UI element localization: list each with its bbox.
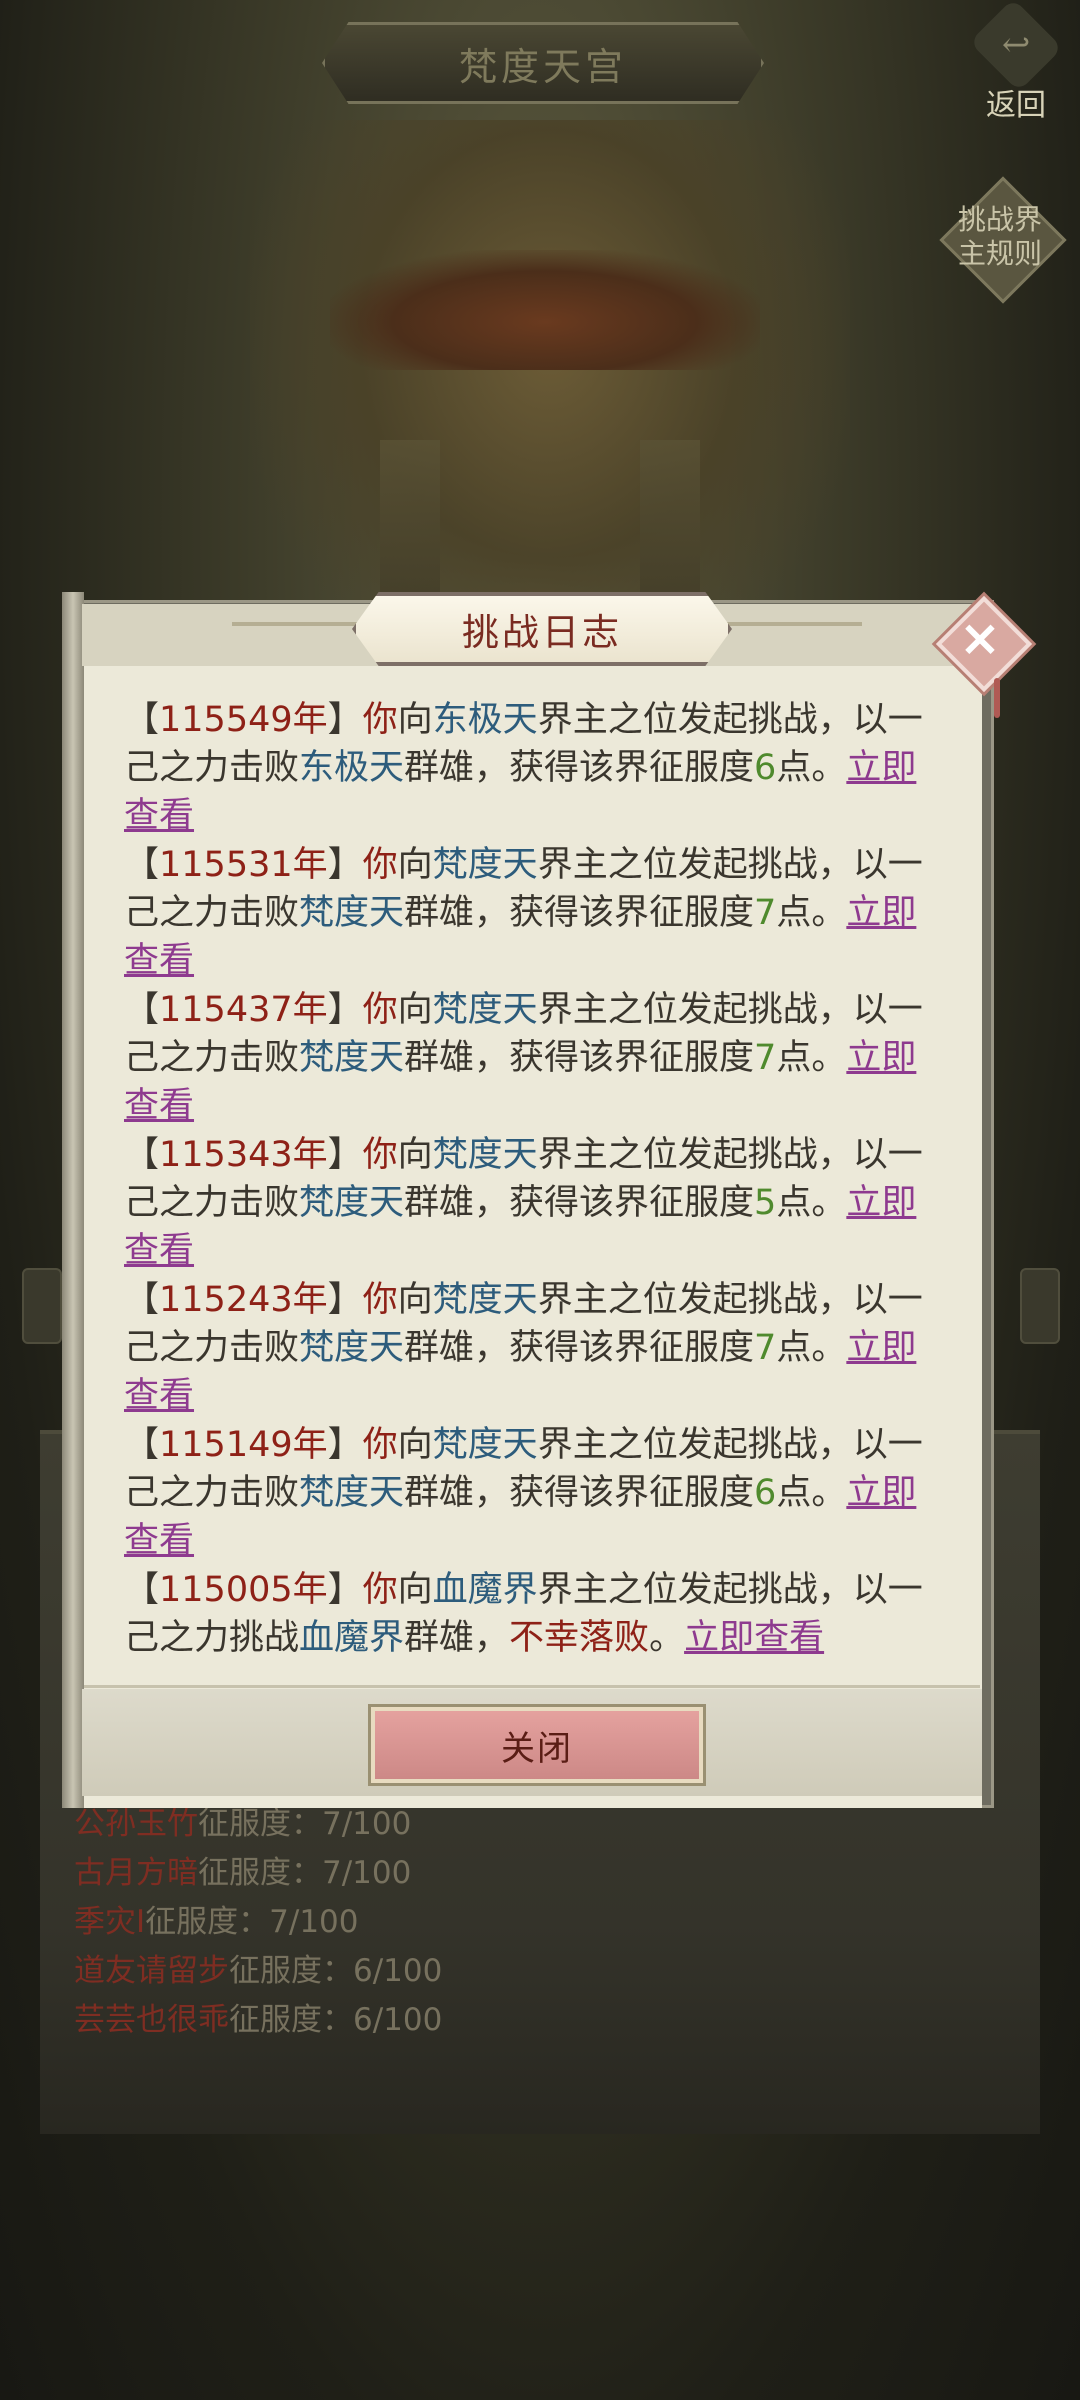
- view-now-link[interactable]: 立即查看: [684, 1618, 824, 1658]
- realm-name: 梵度天: [299, 1328, 405, 1368]
- log-year: 115343年: [159, 1135, 328, 1175]
- realm-name: 梵度天: [299, 1038, 405, 1078]
- log-year: 115549年: [159, 700, 328, 740]
- challenge-log-dialog: 挑战日志 × 【115549年】你向东极天界主之位发起挑战，以一己之力击败东极天…: [62, 592, 1033, 1808]
- conquest-list: 公孙玉竹征服度：7/100 古月方暗征服度：7/100 季灾I征服度：7/100…: [74, 1800, 442, 2045]
- dialog-divider: [84, 1685, 980, 1688]
- conquest-points: 7: [754, 1328, 777, 1368]
- temple-roof: [330, 250, 760, 370]
- log-year: 115437年: [159, 990, 328, 1030]
- bg-decor-right: [1020, 1268, 1060, 1344]
- close-button[interactable]: 关闭: [368, 1704, 706, 1786]
- realm-name: 东极天: [432, 700, 538, 740]
- tassel-decoration: [994, 678, 1000, 718]
- log-entry: 【115437年】你向梵度天界主之位发起挑战，以一己之力击败梵度天群雄，获得该界…: [124, 990, 923, 1126]
- back-button[interactable]: ↩ 返回: [966, 0, 1066, 124]
- realm-name: 梵度天: [299, 893, 405, 933]
- conquest-list-item: 道友请留步征服度：6/100: [74, 1953, 443, 1989]
- realm-name: 血魔界: [432, 1570, 538, 1610]
- dialog-close-button[interactable]: ×: [932, 592, 1033, 718]
- log-entry: 【115243年】你向梵度天界主之位发起挑战，以一己之力击败梵度天群雄，获得该界…: [124, 1280, 923, 1416]
- conquest-points: 5: [754, 1183, 777, 1223]
- challenge-rules-button[interactable]: 挑战界 主规则: [938, 175, 1067, 304]
- bg-decor-left: [22, 1268, 62, 1344]
- conquest-points: 7: [754, 1038, 777, 1078]
- log-entry: 【115343年】你向梵度天界主之位发起挑战，以一己之力击败梵度天群雄，获得该界…: [124, 1135, 923, 1271]
- log-year: 115149年: [159, 1425, 328, 1465]
- realm-name: 梵度天: [432, 1280, 538, 1320]
- conquest-points: 7: [754, 893, 777, 933]
- conquest-points: 6: [754, 748, 777, 788]
- log-entry: 【115549年】你向东极天界主之位发起挑战，以一己之力击败东极天群雄，获得该界…: [124, 700, 923, 836]
- realm-name: 梵度天: [432, 1425, 538, 1465]
- realm-name: 梵度天: [299, 1183, 405, 1223]
- dialog-title: 挑战日志: [352, 592, 732, 666]
- screen: 梵度天宫 ↩ 返回 挑战界 主规则 公孙玉竹征服度：7/100 古月方暗征服度：…: [0, 0, 1080, 2400]
- realm-name: 梵度天: [432, 1135, 538, 1175]
- defeat-text: 不幸落败: [509, 1618, 650, 1658]
- realm-name: 梵度天: [432, 990, 538, 1030]
- log-year: 115005年: [159, 1570, 328, 1610]
- realm-name: 血魔界: [299, 1618, 405, 1658]
- dialog-scroll-rail: [62, 592, 84, 1808]
- conquest-list-item: 芸芸也很乖征服度：6/100: [74, 2002, 443, 2038]
- log-entry: 【115149年】你向梵度天界主之位发起挑战，以一己之力击败梵度天群雄，获得该界…: [124, 1425, 923, 1561]
- page-title: 梵度天宫: [322, 22, 764, 104]
- challenge-log-list[interactable]: 【115549年】你向东极天界主之位发起挑战，以一己之力击败东极天群雄，获得该界…: [124, 696, 944, 1658]
- conquest-list-item: 季灾I征服度：7/100: [74, 1904, 359, 1940]
- realm-name: 梵度天: [432, 845, 538, 885]
- log-entry: 【115531年】你向梵度天界主之位发起挑战，以一己之力击败梵度天群雄，获得该界…: [124, 845, 923, 981]
- realm-name: 东极天: [299, 748, 405, 788]
- realm-name: 梵度天: [299, 1473, 405, 1513]
- conquest-list-item: 古月方暗征服度：7/100: [74, 1855, 412, 1891]
- rules-label-line1: 挑战界: [957, 203, 1042, 236]
- close-icon: ×: [959, 609, 1001, 667]
- conquest-points: 6: [754, 1473, 777, 1513]
- log-year: 115243年: [159, 1280, 328, 1320]
- log-entry-defeat: 【115005年】你向血魔界界主之位发起挑战，以一己之力挑战血魔界群雄，不幸落败…: [124, 1570, 923, 1658]
- log-year: 115531年: [159, 845, 328, 885]
- rules-label-line2: 主规则: [957, 237, 1042, 270]
- back-arrow-icon: ↩: [969, 0, 1063, 92]
